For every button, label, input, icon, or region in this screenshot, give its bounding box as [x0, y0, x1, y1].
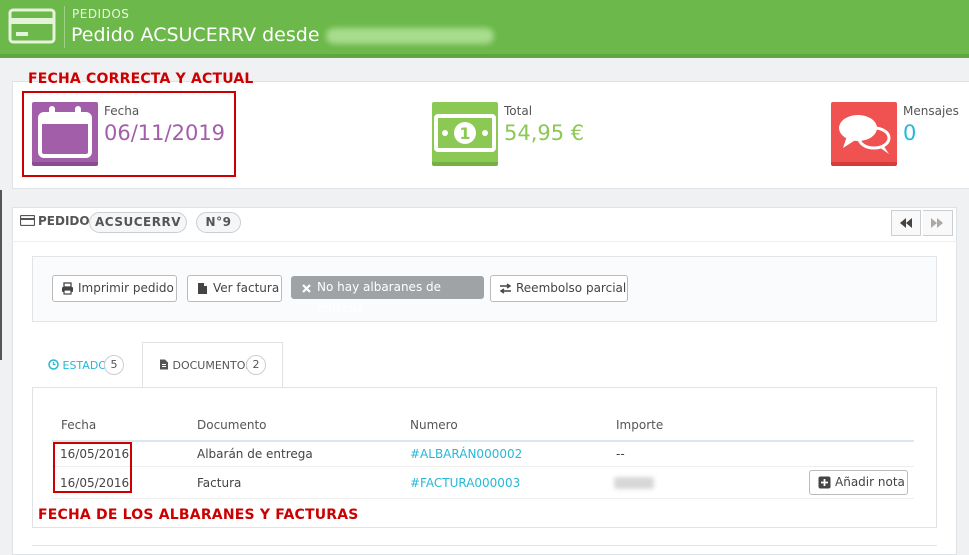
double-chevron-left-icon — [900, 218, 912, 228]
add-note-label: Añadir nota — [835, 475, 905, 489]
add-note-button[interactable]: Añadir nota — [809, 470, 908, 495]
row-number-link[interactable]: #FACTURA000003 — [410, 476, 520, 490]
partial-refund-button[interactable]: Reembolso parcial — [490, 275, 628, 302]
credit-card-icon — [8, 8, 56, 44]
order-heading: PEDIDO — [19, 214, 90, 228]
exchange-icon — [499, 283, 512, 294]
page-title-text: Pedido ACSUCERRV desde — [71, 24, 320, 46]
row-amount-blurred — [614, 477, 654, 489]
clock-icon — [48, 359, 59, 370]
chat-bubbles-icon — [839, 115, 891, 154]
double-chevron-right-icon — [931, 218, 943, 228]
partial-refund-label: Reembolso parcial — [516, 281, 627, 295]
kpi-total-label: Total — [504, 104, 533, 118]
annotation-bottom: FECHA DE LOS ALBARANES Y FACTURAS — [38, 507, 359, 523]
column-header-document: Documento — [197, 418, 267, 432]
page-header: PEDIDOS Pedido ACSUCERRV desde — [0, 0, 969, 58]
breadcrumb[interactable]: PEDIDOS — [72, 7, 129, 21]
header-divider — [64, 6, 65, 48]
panel-bottom-divider — [32, 545, 937, 546]
tab-status[interactable]: ESTADO — [48, 359, 107, 372]
table-header-divider — [52, 440, 914, 442]
column-header-number: Numero — [410, 418, 458, 432]
kpi-messages-value[interactable]: 0 — [903, 121, 916, 145]
row-document: Albarán de entrega — [197, 447, 313, 461]
plus-square-icon — [818, 476, 831, 489]
kpi-date-label: Fecha — [104, 104, 140, 118]
order-number-badge: N°9 — [196, 212, 241, 233]
file-text-icon — [160, 359, 168, 370]
next-order-button[interactable] — [923, 210, 953, 236]
row-number-link[interactable]: #ALBARÁN000002 — [410, 447, 522, 461]
page-title: Pedido ACSUCERRV desde — [71, 24, 494, 46]
printer-icon — [62, 282, 73, 295]
credit-card-small-icon — [19, 214, 36, 227]
row-amount: -- — [616, 447, 625, 461]
column-header-amount: Importe — [616, 418, 664, 432]
kpi-messages-iconbox — [831, 102, 897, 166]
print-order-button[interactable]: Imprimir pedido — [52, 275, 177, 302]
tab-documents-label: DOCUMENTOS — [172, 359, 253, 372]
kpi-date-iconbox — [32, 102, 98, 166]
annotation-top: FECHA CORRECTA Y ACTUAL — [28, 71, 254, 87]
svg-text:1: 1 — [459, 124, 470, 143]
order-reference-badge: ACSUCERRV — [89, 212, 187, 233]
previous-order-button[interactable] — [891, 210, 921, 236]
no-delivery-slips-button[interactable]: No hay albaranes de entrega — [291, 276, 484, 315]
close-icon — [302, 284, 311, 293]
window-edge — [0, 190, 2, 360]
tab-status-label: ESTADO — [62, 359, 107, 372]
calendar-icon — [38, 106, 92, 158]
tab-documents-title: DOCUMENTOS — [159, 359, 252, 372]
file-icon — [198, 283, 207, 294]
annotation-box-dates — [53, 442, 132, 493]
row-divider — [52, 466, 914, 467]
kpi-date-value: 06/11/2019 — [104, 121, 226, 145]
tab-status-count: 5 — [104, 355, 124, 375]
kpi-total-iconbox: 1 — [432, 102, 498, 166]
order-heading-label: PEDIDO — [38, 214, 90, 228]
row-divider — [52, 498, 914, 499]
kpi-messages-label: Mensajes — [903, 104, 959, 118]
view-invoice-button[interactable]: Ver factura — [187, 275, 282, 302]
customer-name-blurred — [325, 27, 494, 44]
row-document: Factura — [197, 476, 242, 490]
print-order-label: Imprimir pedido — [78, 281, 174, 295]
view-invoice-label: Ver factura — [213, 281, 280, 295]
money-icon: 1 — [434, 114, 496, 152]
heading-divider — [12, 241, 957, 242]
tab-documents-count: 2 — [246, 355, 266, 375]
column-header-date: Fecha — [61, 418, 97, 432]
kpi-total-value: 54,95 € — [504, 121, 585, 145]
